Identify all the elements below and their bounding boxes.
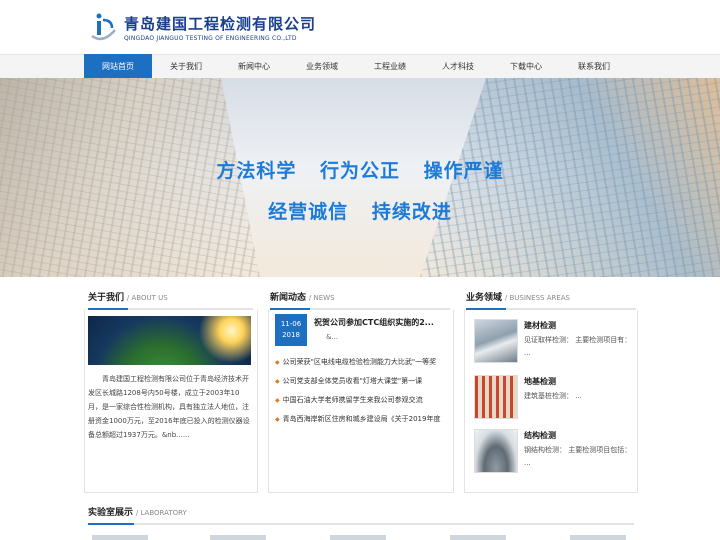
lab-title-en: LABORATORY: [140, 509, 187, 517]
bullet-icon: ◆: [275, 397, 280, 404]
business-item-title[interactable]: 结构检测: [524, 430, 556, 441]
nav-about[interactable]: 关于我们: [152, 55, 220, 79]
slogan-1: 方法科学: [216, 160, 297, 182]
lab-title[interactable]: 实验室展示: [88, 508, 133, 518]
slogan-line-1: 方法科学 行为公正 操作严谨: [0, 156, 720, 183]
slogan-2: 行为公正: [319, 160, 400, 182]
business-item-desc: 见证取样检测： 主要检测项目有： ...: [524, 336, 632, 357]
nav-contact[interactable]: 联系我们: [560, 55, 628, 79]
structure-dome-image[interactable]: [474, 429, 518, 473]
business-item-structure[interactable]: 结构检测 钢结构检测： 主要检测项目包括： ...: [474, 429, 634, 475]
news-featured-summary: &...: [326, 333, 339, 341]
news-list-item[interactable]: ◆ 中国石油大学老师携留学生来我公司参观交流: [275, 393, 445, 412]
bullet-icon: ◆: [275, 378, 280, 385]
nav-business[interactable]: 业务领域: [288, 55, 356, 79]
news-featured-headline[interactable]: 祝贺公司参加CTC组织实施的2...: [314, 317, 444, 328]
about-title[interactable]: 关于我们: [88, 293, 124, 303]
lab-thumbnail[interactable]: [92, 535, 148, 540]
slogan-4: 经营诚信: [268, 201, 349, 223]
nav-talent[interactable]: 人才科技: [424, 55, 492, 79]
about-text: 青岛建国工程检测有限公司位于青岛经济技术开发区长城路1208号内50号楼，成立于…: [88, 375, 250, 439]
news-list-item[interactable]: ◆ 青岛西海岸新区住房和城乡建设局《关于2019年度: [275, 412, 445, 431]
lab-thumbnail[interactable]: [210, 535, 266, 540]
business-section-title: 业务领域 / BUSINESS AREAS: [466, 290, 636, 310]
business-item-desc: 钢结构检测： 主要检测项目包括： ...: [524, 446, 632, 467]
lab-thumbnail[interactable]: [450, 535, 506, 540]
bullet-icon: ◆: [275, 416, 280, 423]
nav-download[interactable]: 下载中心: [492, 55, 560, 79]
about-section-title: 关于我们 / ABOUT US: [88, 290, 253, 310]
lab-section-title: 实验室展示 / LABORATORY: [88, 505, 634, 525]
business-title[interactable]: 业务领域: [466, 293, 502, 303]
news-date-badge: 11-06 2018: [275, 314, 307, 346]
main-nav: 网站首页 关于我们 新闻中心 业务领域 工程业绩 人才科技 下载中心 联系我们: [0, 54, 720, 80]
news-list: ◆ 公司荣获"区电线电缆检验检测能力大比武"一等奖 ◆ 公司党支部全体党员收看"灯塔…: [275, 355, 445, 431]
earth-image[interactable]: [88, 316, 251, 365]
news-list-item[interactable]: ◆ 公司党支部全体党员收看"灯塔大课堂"第一课: [275, 374, 445, 393]
business-item-materials[interactable]: 建材检测 见证取样检测： 主要检测项目有： ...: [474, 319, 634, 365]
site-header: 青岛建国工程检测有限公司 QINGDAO JIANGUO TESTING OF …: [0, 0, 720, 54]
hero-banner[interactable]: 方法科学 行为公正 操作严谨 经营诚信 持续改进: [0, 78, 720, 277]
materials-lab-image[interactable]: [474, 319, 518, 363]
news-title-en: NEWS: [313, 294, 335, 302]
bullet-icon: ◆: [275, 359, 280, 366]
about-title-en: ABOUT US: [131, 294, 168, 302]
business-title-en: BUSINESS AREAS: [509, 294, 570, 302]
business-item-title[interactable]: 地基检测: [524, 376, 556, 387]
business-item-foundation[interactable]: 地基检测 建筑基桩检测： ...: [474, 375, 634, 421]
slogan-5: 持续改进: [371, 201, 452, 223]
business-item-desc: 建筑基桩检测： ...: [524, 392, 582, 400]
lab-thumbnail[interactable]: [570, 535, 626, 540]
company-name-en: QINGDAO JIANGUO TESTING OF ENGINEERING C…: [124, 35, 297, 42]
news-date-md: 11-06: [280, 320, 302, 328]
nav-home[interactable]: 网站首页: [84, 54, 152, 80]
slogan-3: 操作严谨: [423, 160, 504, 182]
company-logo-icon[interactable]: [90, 12, 116, 42]
news-title[interactable]: 新闻动态: [270, 293, 306, 303]
news-list-item[interactable]: ◆ 公司荣获"区电线电缆检验检测能力大比武"一等奖: [275, 355, 445, 374]
lab-thumbnail[interactable]: [330, 535, 386, 540]
nav-news[interactable]: 新闻中心: [220, 55, 288, 79]
company-name: 青岛建国工程检测有限公司: [124, 15, 317, 33]
news-section-title: 新闻动态 / NEWS: [270, 290, 450, 310]
title-underline: [88, 523, 134, 525]
foundation-site-image[interactable]: [474, 375, 518, 419]
nav-projects[interactable]: 工程业绩: [356, 55, 424, 79]
news-date-year: 2018: [282, 331, 300, 339]
slogan-line-2: 经营诚信 持续改进: [0, 197, 720, 224]
business-item-title[interactable]: 建材检测: [524, 320, 556, 331]
